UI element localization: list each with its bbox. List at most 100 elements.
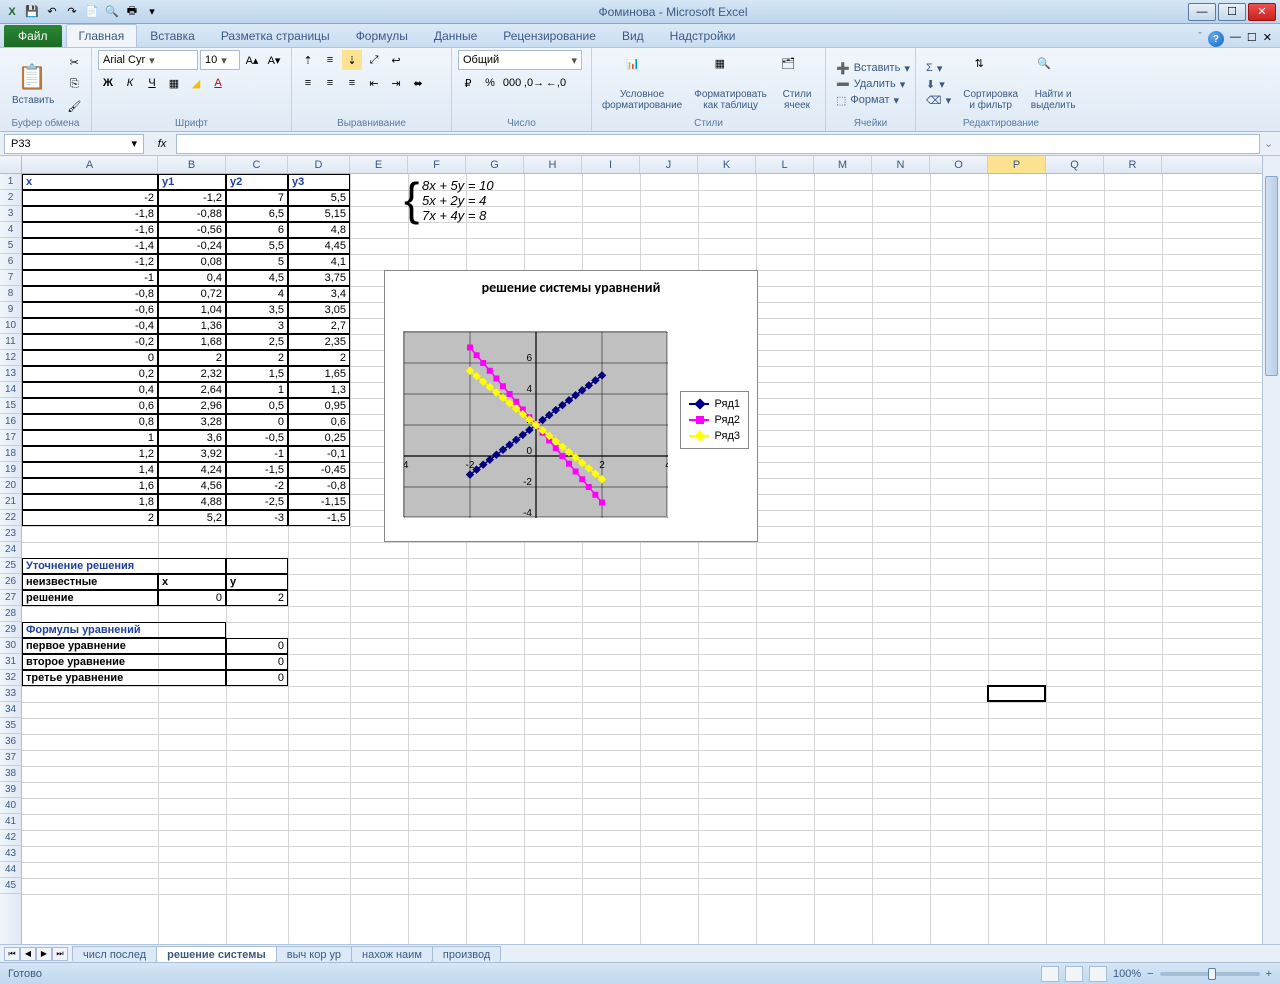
cell-C5[interactable]: 5,5 bbox=[226, 238, 288, 254]
expand-formula-icon[interactable]: ⌄ bbox=[1264, 137, 1280, 150]
copy-icon[interactable]: ⎘ bbox=[64, 74, 84, 94]
ribbon-minimize-icon[interactable]: ˇ bbox=[1198, 31, 1202, 47]
font-color-icon[interactable]: A bbox=[208, 73, 228, 93]
cell-D6[interactable]: 4,1 bbox=[288, 254, 350, 270]
cell-D16[interactable]: 0,6 bbox=[288, 414, 350, 430]
cell-D10[interactable]: 2,7 bbox=[288, 318, 350, 334]
cell-B19[interactable]: 4,24 bbox=[158, 462, 226, 478]
horizontal-scrollbar[interactable] bbox=[560, 944, 1262, 962]
worksheet-grid[interactable]: ABCDEFGHIJKLMNOPQR 123456789101112131415… bbox=[0, 156, 1280, 944]
row-header-22[interactable]: 22 bbox=[0, 510, 21, 526]
cell-B2[interactable]: -1,2 bbox=[158, 190, 226, 206]
row-header-23[interactable]: 23 bbox=[0, 526, 21, 542]
cell-D9[interactable]: 3,05 bbox=[288, 302, 350, 318]
cell-C17[interactable]: -0,5 bbox=[226, 430, 288, 446]
wrap-text-icon[interactable]: ↩ bbox=[386, 50, 406, 70]
cell-B8[interactable]: 0,72 bbox=[158, 286, 226, 302]
row-header-36[interactable]: 36 bbox=[0, 734, 21, 750]
ribbon-tab-7[interactable]: Надстройки bbox=[657, 24, 749, 47]
ribbon-tab-0[interactable]: Главная bbox=[66, 24, 138, 47]
cell-C4[interactable]: 6 bbox=[226, 222, 288, 238]
zoom-slider[interactable] bbox=[1160, 972, 1260, 976]
cell-C30[interactable]: 0 bbox=[226, 638, 288, 654]
bold-icon[interactable]: Ж bbox=[98, 73, 118, 93]
cell-B11[interactable]: 1,68 bbox=[158, 334, 226, 350]
row-header-40[interactable]: 40 bbox=[0, 798, 21, 814]
cell-D14[interactable]: 1,3 bbox=[288, 382, 350, 398]
font-size-combo[interactable]: 10▾ bbox=[200, 50, 240, 70]
cell-D7[interactable]: 3,75 bbox=[288, 270, 350, 286]
cell-A25[interactable]: Уточнение решения bbox=[22, 558, 226, 574]
col-header-P[interactable]: P bbox=[988, 156, 1046, 173]
cell-C21[interactable]: -2,5 bbox=[226, 494, 288, 510]
cell-D19[interactable]: -0,45 bbox=[288, 462, 350, 478]
cell-B26[interactable]: x bbox=[158, 574, 226, 590]
row-header-27[interactable]: 27 bbox=[0, 590, 21, 606]
row-header-10[interactable]: 10 bbox=[0, 318, 21, 334]
cell-B7[interactable]: 0,4 bbox=[158, 270, 226, 286]
cell-A9[interactable]: -0,6 bbox=[22, 302, 158, 318]
cell-B13[interactable]: 2,32 bbox=[158, 366, 226, 382]
qat-dropdown-icon[interactable]: ▾ bbox=[144, 4, 160, 20]
cell-C14[interactable]: 1 bbox=[226, 382, 288, 398]
cell-A29[interactable]: Формулы уравнений bbox=[22, 622, 226, 638]
cell-D1[interactable]: y3 bbox=[288, 174, 350, 190]
cell-C20[interactable]: -2 bbox=[226, 478, 288, 494]
cell-A14[interactable]: 0,4 bbox=[22, 382, 158, 398]
cell-B3[interactable]: -0,88 bbox=[158, 206, 226, 222]
format-table-button[interactable]: ▦Форматировать как таблицу bbox=[690, 55, 771, 113]
ribbon-tab-2[interactable]: Разметка страницы bbox=[208, 24, 343, 47]
doc-restore-icon[interactable]: ☐ bbox=[1247, 31, 1257, 47]
cell-C19[interactable]: -1,5 bbox=[226, 462, 288, 478]
col-header-R[interactable]: R bbox=[1104, 156, 1162, 173]
fill-button[interactable]: ⬇▾ bbox=[922, 77, 955, 92]
row-header-1[interactable]: 1 bbox=[0, 174, 21, 190]
cell-A21[interactable]: 1,8 bbox=[22, 494, 158, 510]
ribbon-tab-4[interactable]: Данные bbox=[421, 24, 490, 47]
cell-C1[interactable]: y2 bbox=[226, 174, 288, 190]
fx-icon[interactable]: fx bbox=[152, 134, 172, 154]
ribbon-tab-5[interactable]: Рецензирование bbox=[490, 24, 609, 47]
row-header-28[interactable]: 28 bbox=[0, 606, 21, 622]
col-header-J[interactable]: J bbox=[640, 156, 698, 173]
column-headers[interactable]: ABCDEFGHIJKLMNOPQR bbox=[22, 156, 1262, 174]
zoom-out-button[interactable]: − bbox=[1147, 968, 1153, 980]
ribbon-tab-6[interactable]: Вид bbox=[609, 24, 657, 47]
cell-B17[interactable]: 3,6 bbox=[158, 430, 226, 446]
col-header-O[interactable]: O bbox=[930, 156, 988, 173]
row-header-35[interactable]: 35 bbox=[0, 718, 21, 734]
cell-B6[interactable]: 0,08 bbox=[158, 254, 226, 270]
row-header-33[interactable]: 33 bbox=[0, 686, 21, 702]
row-header-31[interactable]: 31 bbox=[0, 654, 21, 670]
cell-B4[interactable]: -0,56 bbox=[158, 222, 226, 238]
excel-icon[interactable]: X bbox=[4, 4, 20, 20]
col-header-G[interactable]: G bbox=[466, 156, 524, 173]
close-button[interactable]: ✕ bbox=[1248, 3, 1276, 21]
row-header-30[interactable]: 30 bbox=[0, 638, 21, 654]
row-header-3[interactable]: 3 bbox=[0, 206, 21, 222]
align-top-icon[interactable]: ⇡ bbox=[298, 50, 318, 70]
cell-D5[interactable]: 4,45 bbox=[288, 238, 350, 254]
cut-icon[interactable]: ✂ bbox=[64, 52, 84, 72]
fill-color-icon[interactable]: ◢ bbox=[186, 73, 206, 93]
doc-minimize-icon[interactable]: — bbox=[1230, 31, 1241, 47]
col-header-E[interactable]: E bbox=[350, 156, 408, 173]
row-header-26[interactable]: 26 bbox=[0, 574, 21, 590]
col-header-L[interactable]: L bbox=[756, 156, 814, 173]
row-header-12[interactable]: 12 bbox=[0, 350, 21, 366]
row-header-41[interactable]: 41 bbox=[0, 814, 21, 830]
cell-C7[interactable]: 4,5 bbox=[226, 270, 288, 286]
cell-C32[interactable]: 0 bbox=[226, 670, 288, 686]
sheet-tab-4[interactable]: производ bbox=[432, 946, 501, 963]
col-header-N[interactable]: N bbox=[872, 156, 930, 173]
italic-icon[interactable]: К bbox=[120, 73, 140, 93]
row-header-32[interactable]: 32 bbox=[0, 670, 21, 686]
maximize-button[interactable]: ☐ bbox=[1218, 3, 1246, 21]
vertical-scrollbar[interactable] bbox=[1262, 156, 1280, 944]
row-header-17[interactable]: 17 bbox=[0, 430, 21, 446]
cell-C11[interactable]: 2,5 bbox=[226, 334, 288, 350]
format-cells-button[interactable]: ⬚Формат▾ bbox=[832, 93, 914, 108]
row-header-18[interactable]: 18 bbox=[0, 446, 21, 462]
cell-A20[interactable]: 1,6 bbox=[22, 478, 158, 494]
row-header-42[interactable]: 42 bbox=[0, 830, 21, 846]
